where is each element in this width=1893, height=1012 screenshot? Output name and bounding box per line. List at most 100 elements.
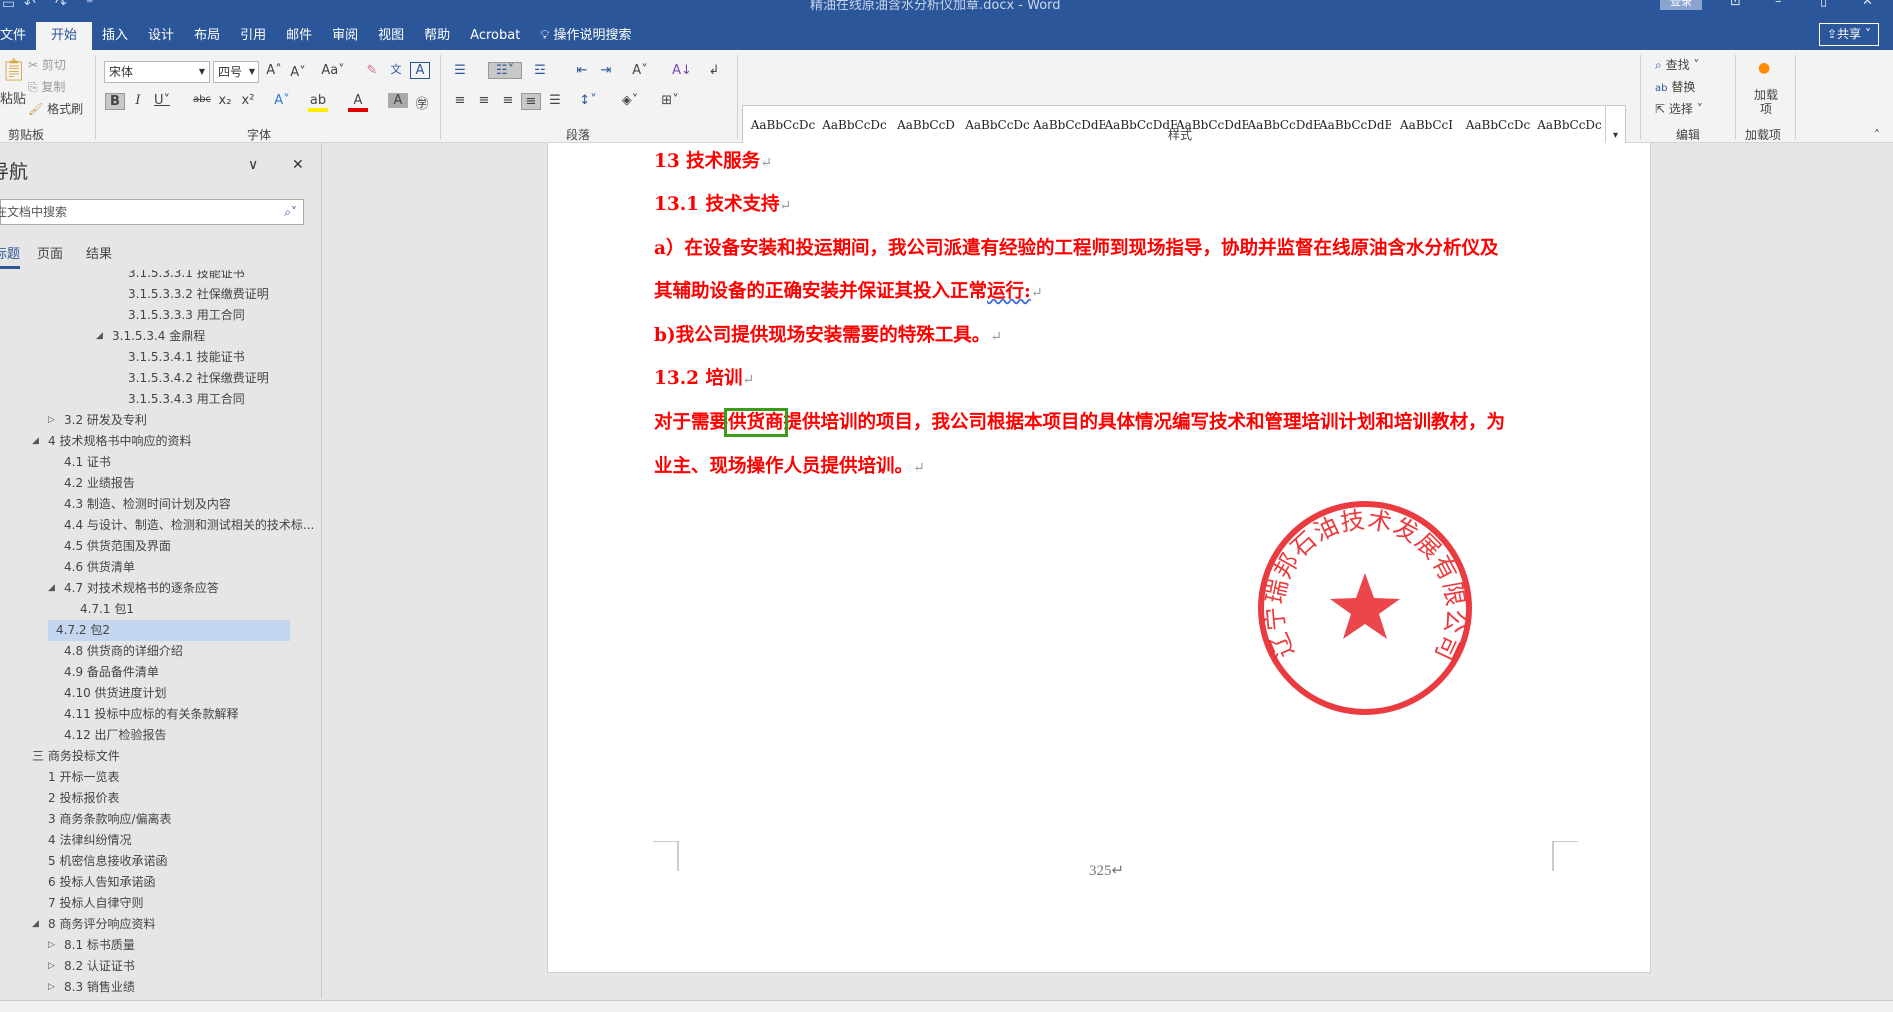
char-shading-icon[interactable]: A xyxy=(388,93,408,108)
collapse-icon[interactable]: ◢ xyxy=(32,914,39,935)
nav-heading-item[interactable]: ▷ 8.1 标书质量 xyxy=(0,935,321,956)
strikethrough-button[interactable]: abc xyxy=(192,94,212,105)
tab-view[interactable]: 视图 xyxy=(368,22,414,50)
copy-button[interactable]: ⎘ 复制 xyxy=(28,78,65,95)
decrease-indent-icon[interactable]: ⇤ xyxy=(572,63,592,78)
nav-heading-item[interactable]: 3.1.5.3.3.1 技能证书 xyxy=(0,270,321,284)
clear-format-icon[interactable]: ✎ xyxy=(362,63,382,78)
close-icon[interactable]: ✕ xyxy=(1862,0,1873,9)
italic-button[interactable]: I xyxy=(128,93,148,108)
nav-heading-item[interactable]: 4.10 供货进度计划 xyxy=(0,683,321,704)
nav-heading-item[interactable]: 4.4 与设计、制造、检测和测试相关的技术标... xyxy=(0,515,321,536)
font-name-select[interactable]: 宋体 ▼ xyxy=(104,61,210,83)
shading-icon[interactable]: ◈˅ xyxy=(620,93,640,108)
nav-tab-pages[interactable]: 页面 xyxy=(37,243,63,262)
nav-heading-item[interactable]: 3.1.5.3.4.3 用工合同 xyxy=(0,389,321,410)
nav-heading-item[interactable]: 4.12 出厂检验报告 xyxy=(0,725,321,746)
nav-heading-item[interactable]: ▷ 3.2 研发及专利 xyxy=(0,410,321,431)
change-case-icon[interactable]: Aa˅ xyxy=(318,63,348,78)
borders-icon[interactable]: ⊞˅ xyxy=(660,93,680,108)
collapse-ribbon-icon[interactable]: ˄ xyxy=(1874,128,1880,142)
sort-icon[interactable]: A↓ xyxy=(672,63,692,78)
superscript-button[interactable]: x² xyxy=(238,93,258,108)
nav-heading-item[interactable]: 4.8 供货商的详细介绍 xyxy=(0,641,321,662)
nav-close-icon[interactable]: ✕ xyxy=(292,157,304,173)
nav-heading-item[interactable]: ◢ 4.7 对技术规格书的逐条应答 xyxy=(0,578,321,599)
document-page[interactable]: 13 技术服务↵ 13.1 技术支持↵ a）在设备安装和投运期间，我公司派遣有经… xyxy=(547,143,1651,973)
multilevel-list-icon[interactable]: ☲ xyxy=(530,63,550,78)
char-border-icon[interactable]: A xyxy=(410,62,430,79)
nav-heading-item[interactable]: ▷ 8.3 销售业绩 xyxy=(0,977,321,998)
highlight-color-icon[interactable]: ab xyxy=(308,93,328,112)
nav-heading-item[interactable]: 1 开标一览表 xyxy=(0,767,321,788)
chinese-layout-icon[interactable]: A˅ xyxy=(630,63,650,78)
tab-insert[interactable]: 插入 xyxy=(92,22,138,50)
shrink-font-icon[interactable]: A˅ xyxy=(288,65,308,80)
underline-button[interactable]: U˅ xyxy=(152,93,172,108)
tab-acrobat[interactable]: Acrobat xyxy=(460,22,530,50)
tab-help[interactable]: 帮助 xyxy=(414,22,460,50)
save-icon[interactable]: ▭ xyxy=(2,0,15,12)
tab-file[interactable]: 文件 xyxy=(0,22,36,50)
tab-review[interactable]: 审阅 xyxy=(322,22,368,50)
customize-qat-icon[interactable]: ⁼ xyxy=(86,0,93,12)
distributed-icon[interactable]: ☰ xyxy=(545,93,565,108)
subscript-button[interactable]: x₂ xyxy=(215,93,235,108)
nav-heading-item[interactable]: 6 投标人告知承诺函 xyxy=(0,872,321,893)
find-button[interactable]: ⌕ 查找 ˅ xyxy=(1655,56,1699,73)
replace-button[interactable]: ab 替换 xyxy=(1655,78,1695,95)
ribbon-display-icon[interactable]: ⊡ xyxy=(1730,0,1741,9)
align-right-icon[interactable]: ≡ xyxy=(498,93,518,108)
search-icon[interactable]: ⌕˅ xyxy=(284,200,297,224)
expand-icon[interactable]: ▷ xyxy=(48,956,55,977)
collapse-icon[interactable]: ◢ xyxy=(48,578,55,599)
collapse-icon[interactable]: ◢ xyxy=(32,431,39,452)
align-left-icon[interactable]: ≡ xyxy=(450,93,470,108)
phonetic-guide-icon[interactable]: 文 xyxy=(386,61,406,77)
tab-design[interactable]: 设计 xyxy=(138,22,184,50)
select-button[interactable]: ⇱ 选择 ˅ xyxy=(1655,100,1703,117)
addins-button[interactable]: 加载项 xyxy=(1754,88,1778,116)
nav-heading-item[interactable]: ▷ 8.2 认证证书 xyxy=(0,956,321,977)
nav-heading-item[interactable]: 3.1.5.3.4.2 社保缴费证明 xyxy=(0,368,321,389)
minimize-icon[interactable]: – xyxy=(1775,0,1782,9)
expand-icon[interactable]: ▷ xyxy=(48,935,55,956)
nav-tab-results[interactable]: 结果 xyxy=(86,243,112,262)
show-marks-icon[interactable]: ↲ xyxy=(704,63,724,78)
expand-icon[interactable]: ▷ xyxy=(48,410,55,431)
nav-heading-item[interactable]: 4.2 业绩报告 xyxy=(0,473,321,494)
expand-icon[interactable]: ▷ xyxy=(48,977,55,998)
maximize-icon[interactable]: ▯ xyxy=(1820,0,1827,9)
nav-heading-item[interactable]: 4.6 供货清单 xyxy=(0,557,321,578)
nav-heading-item[interactable]: ◢ 4 技术规格书中响应的资料 xyxy=(0,431,321,452)
paste-button[interactable]: 粘贴 xyxy=(0,88,26,107)
tab-references[interactable]: 引用 xyxy=(230,22,276,50)
bullets-icon[interactable]: ☰ xyxy=(450,63,470,78)
nav-heading-item[interactable]: 3.1.5.3.3.2 社保缴费证明 xyxy=(0,284,321,305)
tab-home[interactable]: 开始 xyxy=(36,22,93,50)
format-painter-button[interactable]: 🖌︎ 格式刷 xyxy=(28,100,83,117)
nav-heading-item[interactable]: ◢ 3.1.5.3.4 金鼎程 xyxy=(0,326,321,347)
nav-heading-item[interactable]: 3 商务条款响应/偏离表 xyxy=(0,809,321,830)
grow-font-icon[interactable]: A˄ xyxy=(264,63,284,78)
nav-heading-item[interactable]: 三 商务投标文件 xyxy=(0,746,321,767)
nav-heading-item[interactable]: 4.11 投标中应标的有关条款解释 xyxy=(0,704,321,725)
nav-heading-item[interactable]: 4.3 制造、检测时间计划及内容 xyxy=(0,494,321,515)
nav-heading-item[interactable]: ◢ 8 商务评分响应资料 xyxy=(0,914,321,935)
nav-heading-item[interactable]: 4.5 供货范围及界面 xyxy=(0,536,321,557)
nav-heading-item[interactable]: 2 投标报价表 xyxy=(0,788,321,809)
bold-button[interactable]: B xyxy=(105,93,125,110)
nav-tab-headings[interactable]: 标题 xyxy=(0,243,21,269)
nav-options-icon[interactable]: ∨ xyxy=(248,157,258,173)
login-button[interactable]: 登录 xyxy=(1660,0,1702,10)
justify-icon[interactable]: ≡ xyxy=(521,93,541,110)
undo-icon[interactable]: ↶ xyxy=(24,0,36,12)
nav-heading-item[interactable]: 4.7.1 包1 xyxy=(0,599,321,620)
nav-heading-item[interactable]: 5 机密信息接收承诺函 xyxy=(0,851,321,872)
text-effects-icon[interactable]: A˅ xyxy=(272,93,292,108)
cut-button[interactable]: ✂ 剪切 xyxy=(28,56,66,73)
nav-heading-item[interactable]: 3.1.5.3.3.3 用工合同 xyxy=(0,305,321,326)
increase-indent-icon[interactable]: ⇥ xyxy=(596,63,616,78)
nav-heading-item[interactable]: 3.1.5.3.4.1 技能证书 xyxy=(0,347,321,368)
nav-heading-item[interactable]: 7 投标人自律守则 xyxy=(0,893,321,914)
